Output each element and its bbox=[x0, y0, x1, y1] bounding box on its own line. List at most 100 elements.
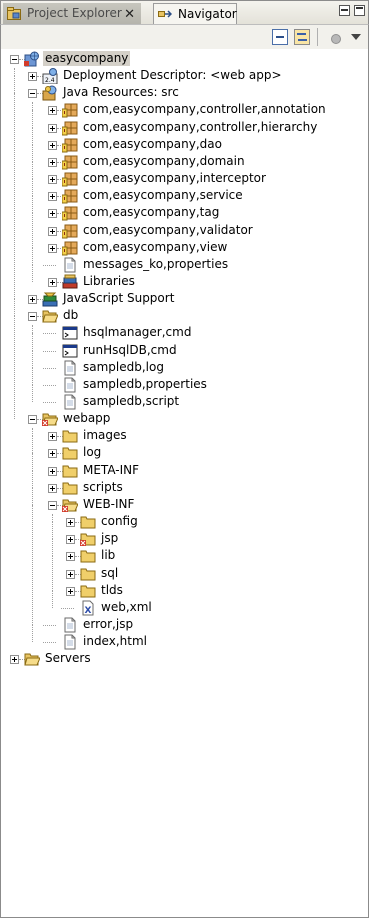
tree-connector bbox=[32, 161, 33, 180]
folder-open-icon bbox=[24, 653, 40, 666]
cmd-icon bbox=[62, 344, 78, 358]
collapse-icon[interactable] bbox=[10, 55, 19, 64]
expand-icon[interactable] bbox=[48, 209, 57, 219]
tree-item-sampledb-log[interactable]: sampledb,log bbox=[81, 360, 166, 375]
tree-item-jsp[interactable]: jsp bbox=[99, 531, 120, 546]
expand-icon[interactable] bbox=[48, 106, 57, 116]
expand-icon[interactable] bbox=[48, 432, 57, 442]
expand-icon[interactable] bbox=[48, 123, 57, 133]
tree-item-messages-ko-properties[interactable]: messages_ko,properties bbox=[81, 257, 230, 272]
expand-icon[interactable] bbox=[66, 586, 75, 596]
xml-icon: X bbox=[82, 600, 94, 616]
navigator-icon bbox=[158, 10, 172, 18]
view-settings-icon[interactable] bbox=[328, 29, 344, 45]
file-icon bbox=[64, 394, 76, 410]
tree-connector bbox=[43, 264, 56, 266]
tree-connector bbox=[32, 264, 33, 282]
tab-navigator[interactable]: Navigator bbox=[153, 3, 237, 24]
tree-item-runhsqldb-cmd[interactable]: runHsqlDB,cmd bbox=[81, 343, 179, 358]
tree-item-error-jsp[interactable]: error,jsp bbox=[81, 617, 135, 632]
collapse-icon[interactable] bbox=[28, 312, 37, 322]
tree-item-com-easycompany-validator[interactable]: com,easycompany,validator bbox=[81, 223, 255, 238]
tree-connector bbox=[32, 428, 33, 437]
tree-connector bbox=[61, 607, 74, 609]
tree-item-com-easycompany-tag[interactable]: com,easycompany,tag bbox=[81, 205, 221, 220]
expand-icon[interactable] bbox=[48, 157, 57, 167]
tree-item-deployment-descriptor-web-app[interactable]: Deployment Descriptor: <web app> bbox=[61, 68, 284, 83]
tree-item-sampledb-properties[interactable]: sampledb,properties bbox=[81, 377, 209, 392]
expand-icon[interactable] bbox=[48, 483, 57, 493]
tree-item-javascript-support[interactable]: JavaScript Support bbox=[61, 291, 176, 306]
link-with-editor-icon[interactable] bbox=[294, 29, 310, 45]
tree-connector bbox=[52, 590, 53, 608]
minimize-icon[interactable] bbox=[339, 5, 350, 16]
tree-connector bbox=[32, 470, 33, 488]
expand-icon[interactable] bbox=[48, 243, 57, 253]
project-tree[interactable]: easycompany 2.4 Deployment Descriptor: <we… bbox=[1, 49, 368, 917]
expand-icon[interactable] bbox=[48, 192, 57, 202]
collapse-icon[interactable] bbox=[28, 89, 37, 99]
tree-item-lib[interactable]: lib bbox=[99, 548, 117, 563]
close-icon[interactable]: ✕ bbox=[124, 4, 135, 25]
tree-connector bbox=[14, 93, 15, 300]
collapse-all-icon[interactable] bbox=[272, 29, 288, 45]
tree-item-com-easycompany-interceptor[interactable]: com,easycompany,interceptor bbox=[81, 171, 268, 186]
tree-item-images[interactable]: images bbox=[81, 428, 129, 443]
tree-item-scripts[interactable]: scripts bbox=[81, 480, 125, 495]
tree-item-webapp[interactable]: webapp bbox=[61, 411, 112, 426]
tree-connector bbox=[32, 436, 33, 454]
expand-icon[interactable] bbox=[28, 72, 37, 82]
tree-item-servers[interactable]: Servers bbox=[43, 651, 93, 666]
file-icon bbox=[64, 257, 76, 273]
expand-icon[interactable] bbox=[48, 277, 57, 287]
collapse-icon[interactable] bbox=[48, 500, 57, 510]
expand-icon[interactable] bbox=[66, 535, 75, 545]
expand-icon[interactable] bbox=[48, 466, 57, 476]
folder-open-error-icon bbox=[42, 413, 58, 427]
tree-connector bbox=[32, 144, 33, 162]
tree-connector bbox=[32, 333, 33, 351]
tree-item-com-easycompany-domain[interactable]: com,easycompany,domain bbox=[81, 154, 247, 169]
tree-connector bbox=[32, 384, 33, 402]
package-icon bbox=[62, 138, 78, 153]
tree-connector bbox=[43, 384, 56, 386]
expand-icon[interactable] bbox=[48, 175, 57, 185]
tree-item-easycompany[interactable]: easycompany bbox=[43, 51, 131, 66]
tree-item-log[interactable]: log bbox=[81, 445, 103, 460]
javascript-support-icon bbox=[42, 292, 58, 307]
view-menu-icon[interactable] bbox=[348, 29, 364, 45]
tree-item-db[interactable]: db bbox=[61, 308, 80, 323]
expand-icon[interactable] bbox=[48, 449, 57, 459]
expand-icon[interactable] bbox=[48, 226, 57, 236]
expand-icon[interactable] bbox=[66, 518, 75, 528]
tree-item-java-resources-src[interactable]: Java Resources: src bbox=[61, 85, 181, 100]
tree-item-meta-inf[interactable]: META-INF bbox=[81, 463, 141, 478]
tree-item-config[interactable]: config bbox=[99, 514, 140, 529]
tree-connector bbox=[32, 213, 33, 231]
expand-icon[interactable] bbox=[66, 569, 75, 579]
file-icon bbox=[64, 634, 76, 650]
package-icon bbox=[62, 155, 78, 170]
expand-icon[interactable] bbox=[28, 295, 37, 305]
tree-item-tlds[interactable]: tlds bbox=[99, 583, 125, 598]
tree-item-com-easycompany-dao[interactable]: com,easycompany,dao bbox=[81, 137, 224, 152]
tree-item-com-easycompany-controller-annotation[interactable]: com,easycompany,controller,annotation bbox=[81, 102, 328, 117]
libraries-icon bbox=[62, 274, 78, 289]
tree-item-index-html[interactable]: index,html bbox=[81, 634, 149, 649]
tree-item-sampledb-script[interactable]: sampledb,script bbox=[81, 394, 181, 409]
expand-icon[interactable] bbox=[66, 552, 75, 562]
expand-icon[interactable] bbox=[10, 655, 19, 665]
tree-item-com-easycompany-service[interactable]: com,easycompany,service bbox=[81, 188, 245, 203]
tree-item-com-easycompany-controller-hierarchy[interactable]: com,easycompany,controller,hierarchy bbox=[81, 120, 319, 135]
expand-icon[interactable] bbox=[48, 140, 57, 150]
tree-item-com-easycompany-view[interactable]: com,easycompany,view bbox=[81, 240, 229, 255]
tree-item-hsqlmanager-cmd[interactable]: hsqlmanager,cmd bbox=[81, 325, 193, 340]
tree-item-web-xml[interactable]: web,xml bbox=[99, 600, 154, 615]
tree-item-web-inf[interactable]: WEB-INF bbox=[81, 497, 136, 512]
tab-project-explorer[interactable]: Project Explorer ✕ bbox=[3, 3, 141, 24]
tree-item-sql[interactable]: sql bbox=[99, 566, 120, 581]
maximize-icon[interactable] bbox=[354, 5, 365, 16]
collapse-icon[interactable] bbox=[28, 415, 37, 425]
tree-item-libraries[interactable]: Libraries bbox=[81, 274, 137, 289]
tree-connector bbox=[32, 624, 33, 643]
